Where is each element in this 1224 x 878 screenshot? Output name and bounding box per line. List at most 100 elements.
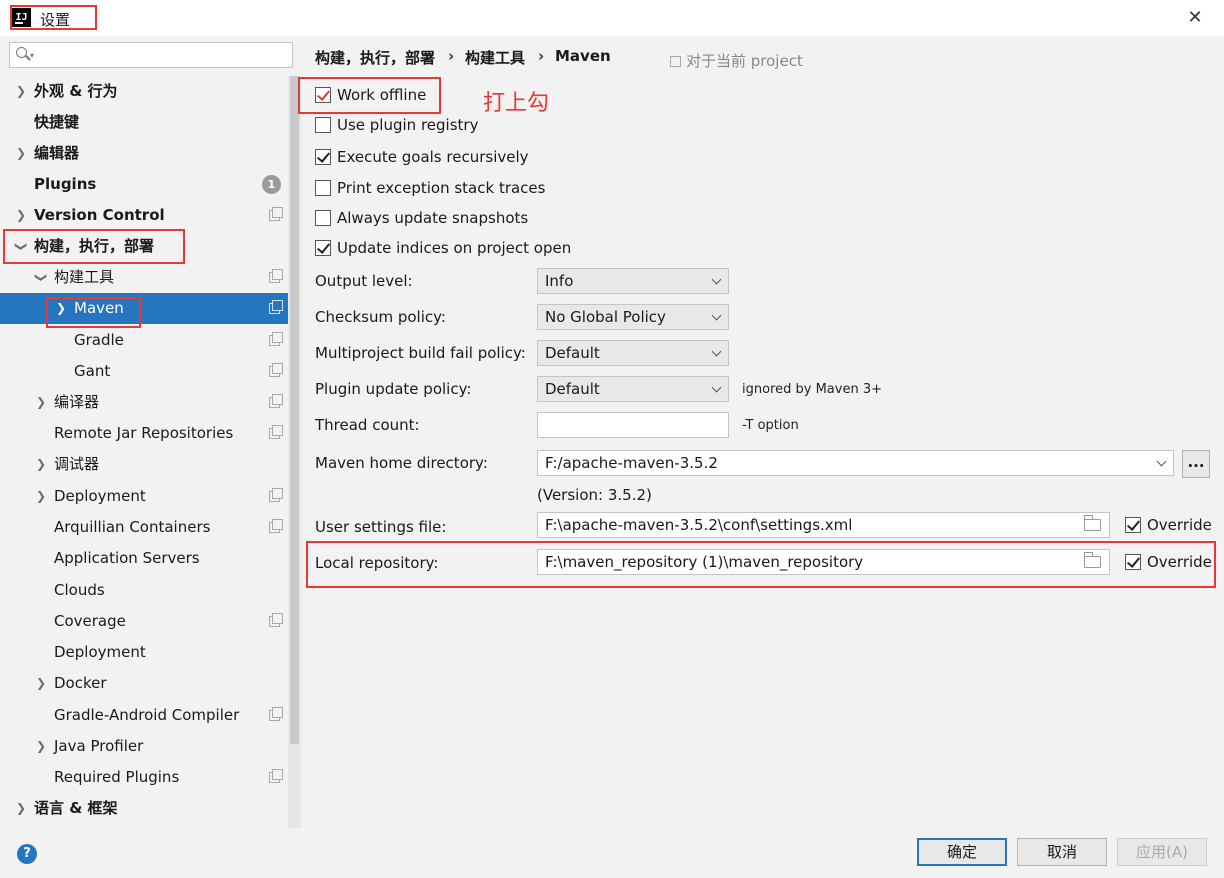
apply-button[interactable]: 应用(A) [1117, 838, 1207, 866]
local-repository-input[interactable]: F:\maven_repository (1)\maven_repository [537, 549, 1110, 575]
project-scope-icon [269, 707, 283, 721]
chevron-right-icon[interactable]: ❯ [14, 76, 28, 107]
tree-item-editor[interactable]: ❯ 编辑器 [0, 138, 288, 169]
tree-item-label: Docker [54, 674, 107, 692]
project-scope-icon [269, 488, 283, 502]
settings-search[interactable]: ▾ [9, 42, 293, 68]
tree-item-deployment-2[interactable]: Deployment [0, 637, 288, 668]
use-plugin-registry-check[interactable] [315, 117, 331, 133]
project-scope-icon [269, 394, 283, 408]
user-settings-input[interactable]: F:\apache-maven-3.5.2\conf\settings.xml [537, 512, 1110, 538]
scope-note-text: 对于当前 project [686, 52, 803, 70]
tree-item-build-execution-deployment[interactable]: ❯ 构建，执行，部署 [0, 231, 288, 262]
tree-item-coverage[interactable]: Coverage [0, 606, 288, 637]
close-button[interactable]: ✕ [1182, 6, 1208, 30]
scrollbar-thumb[interactable] [290, 76, 299, 744]
chevron-right-icon[interactable]: ❯ [54, 293, 68, 324]
chevron-down-icon: ▾ [30, 51, 35, 60]
work-offline-check[interactable] [315, 87, 331, 103]
tree-item-label: Required Plugins [54, 768, 180, 786]
user-settings-override-check[interactable] [1125, 517, 1141, 533]
multiproject-policy-value: Default [545, 344, 600, 362]
tree-item-java-profiler[interactable]: ❯ Java Profiler [0, 731, 288, 762]
tree-item-keymap[interactable]: 快捷键 [0, 107, 288, 138]
chevron-down-icon[interactable]: ❯ [6, 240, 37, 254]
chevron-right-icon[interactable]: ❯ [14, 200, 28, 231]
tree-item-version-control[interactable]: ❯ Version Control [0, 200, 288, 231]
folder-icon[interactable] [1084, 515, 1101, 531]
tree-item-label: 编译器 [54, 393, 100, 411]
tree-item-label: Maven [74, 299, 124, 317]
tree-item-debugger[interactable]: ❯ 调试器 [0, 449, 288, 480]
tree-item-label: Gradle-Android Compiler [54, 706, 240, 724]
tree-item-application-servers[interactable]: Application Servers [0, 543, 288, 574]
tree-item-clouds[interactable]: Clouds [0, 575, 288, 606]
always-update-check[interactable] [315, 210, 331, 226]
update-indices-check[interactable] [315, 240, 331, 256]
user-settings-value: F:\apache-maven-3.5.2\conf\settings.xml [545, 516, 853, 534]
print-exception-label: Print exception stack traces [337, 179, 546, 197]
chevron-right-icon[interactable]: ❯ [34, 481, 48, 512]
print-exception-check[interactable] [315, 180, 331, 196]
chevron-right-icon[interactable]: ❯ [34, 668, 48, 699]
project-scope-icon [269, 332, 283, 346]
plugin-update-policy-value: Default [545, 380, 600, 398]
maven-home-browse-button[interactable]: ... [1182, 450, 1210, 478]
chevron-down-icon [711, 310, 722, 321]
project-scope-icon [269, 363, 283, 377]
tree-item-gant[interactable]: Gant [0, 356, 288, 387]
ok-button[interactable]: 确定 [917, 838, 1007, 866]
project-scope-icon [269, 207, 283, 221]
chevron-down-icon[interactable]: ❯ [26, 271, 57, 285]
checksum-policy-select[interactable]: No Global Policy [537, 304, 729, 330]
tree-item-label: 构建工具 [54, 268, 115, 286]
chevron-right-icon[interactable]: ❯ [14, 793, 28, 824]
always-update-label: Always update snapshots [337, 209, 529, 227]
tree-item-docker[interactable]: ❯ Docker [0, 668, 288, 699]
tree-item-label: Coverage [54, 612, 126, 630]
chevron-right-icon[interactable]: ❯ [34, 731, 48, 762]
thread-count-input[interactable] [537, 412, 729, 438]
tree-item-gradle[interactable]: Gradle [0, 325, 288, 356]
plugin-update-policy-select[interactable]: Default [537, 376, 729, 402]
tree-item-compiler[interactable]: ❯ 编译器 [0, 387, 288, 418]
tree-item-arquillian-containers[interactable]: Arquillian Containers [0, 512, 288, 543]
local-repository-value: F:\maven_repository (1)\maven_repository [545, 553, 864, 571]
plugins-update-badge: 1 [262, 175, 281, 194]
user-settings-label: User settings file: [315, 518, 447, 536]
tree-item-gradle-android-compiler[interactable]: Gradle-Android Compiler [0, 700, 288, 731]
help-icon[interactable]: ? [17, 844, 37, 864]
tree-item-languages-frameworks[interactable]: ❯ 语言 & 框架 [0, 793, 288, 824]
project-scope-icon [269, 425, 283, 439]
tree-item-appearance[interactable]: ❯ 外观 & 行为 [0, 76, 288, 107]
chevron-right-icon[interactable]: ❯ [34, 449, 48, 480]
tree-item-build-tools[interactable]: ❯ 构建工具 [0, 262, 288, 293]
folder-icon[interactable] [1084, 552, 1101, 568]
tree-item-required-plugins[interactable]: Required Plugins [0, 762, 288, 793]
chevron-right-icon[interactable]: ❯ [14, 138, 28, 169]
work-offline-label: Work offline [337, 86, 427, 104]
tree-item-label: Deployment [54, 643, 146, 661]
project-scope-icon [269, 519, 283, 533]
multiproject-policy-select[interactable]: Default [537, 340, 729, 366]
chevron-right-icon[interactable]: ❯ [34, 387, 48, 418]
sidebar-scrollbar[interactable] [288, 76, 301, 828]
execute-goals-check[interactable] [315, 149, 331, 165]
tree-item-maven[interactable]: ❯ Maven [0, 293, 301, 324]
project-scope-icon [269, 269, 283, 283]
maven-home-select[interactable]: F:/apache-maven-3.5.2 [537, 450, 1174, 476]
tree-item-label: 调试器 [54, 455, 100, 473]
tree-item-plugins[interactable]: Plugins 1 [0, 169, 288, 200]
output-level-label: Output level: [315, 272, 413, 290]
plugin-update-hint: ignored by Maven 3+ [742, 382, 882, 397]
search-input[interactable] [42, 45, 282, 65]
cancel-button[interactable]: 取消 [1017, 838, 1107, 866]
thread-count-label: Thread count: [315, 416, 420, 434]
tree-item-label: Java Profiler [54, 737, 144, 755]
output-level-select[interactable]: Info [537, 268, 729, 294]
tree-item-deployment[interactable]: ❯ Deployment [0, 481, 288, 512]
output-level-value: Info [545, 272, 574, 290]
tree-item-remote-jar-repositories[interactable]: Remote Jar Repositories [0, 418, 288, 449]
tree-item-label: Clouds [54, 581, 105, 599]
local-repository-override-check[interactable] [1125, 554, 1141, 570]
